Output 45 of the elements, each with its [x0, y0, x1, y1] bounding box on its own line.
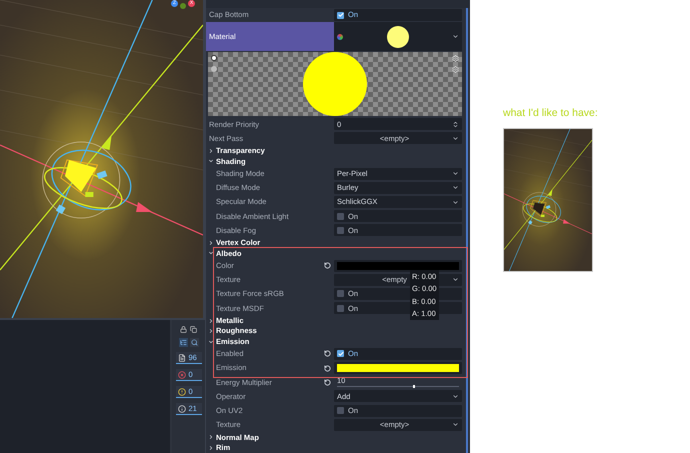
material-field[interactable]	[334, 22, 462, 52]
search-button[interactable]	[190, 338, 198, 347]
scrollbar[interactable]	[466, 8, 468, 453]
gear-icon[interactable]	[452, 55, 459, 62]
collapse-chevron-icon[interactable]	[208, 240, 214, 246]
color-swatch[interactable]	[337, 364, 459, 372]
caret-icon[interactable]	[452, 33, 459, 40]
color-swatch[interactable]	[337, 262, 459, 270]
caret-icon[interactable]	[452, 276, 459, 284]
checkbox[interactable]	[337, 212, 344, 220]
slider-thumb[interactable]	[412, 385, 415, 388]
collapse-chevron-icon[interactable]	[208, 148, 214, 154]
warning-icon	[178, 388, 186, 396]
caret-icon[interactable]	[452, 392, 459, 400]
checkbox[interactable]	[337, 407, 344, 414]
expand-chevron-icon[interactable]	[208, 338, 214, 344]
expand-chevron-icon[interactable]	[208, 250, 214, 256]
caret-icon[interactable]	[452, 134, 459, 142]
checkbox[interactable]	[337, 226, 344, 234]
checkbox[interactable]	[337, 350, 344, 358]
revert-icon[interactable]	[324, 350, 331, 358]
lock-icon[interactable]	[180, 326, 187, 333]
checkbox[interactable]	[337, 304, 344, 312]
checkbox[interactable]	[337, 290, 344, 298]
expand-chevron-icon[interactable]	[208, 158, 214, 164]
copy-icon[interactable]	[190, 326, 197, 333]
collapse-chevron-icon[interactable]	[208, 328, 214, 334]
sphere-preview	[303, 52, 367, 116]
error-icon	[178, 370, 186, 378]
material-thumbnail	[386, 26, 408, 48]
info-icon	[178, 404, 186, 412]
checkbox[interactable]	[337, 12, 344, 19]
revert-icon[interactable]	[324, 262, 331, 270]
note-text: what I'd like to have:	[503, 106, 599, 121]
revert-icon[interactable]	[324, 364, 331, 372]
light-icon[interactable]	[211, 55, 217, 62]
collapse-chevron-icon[interactable]	[208, 444, 214, 451]
spinner-icon[interactable]	[452, 120, 459, 128]
filter-button[interactable]	[178, 338, 188, 347]
message-icon	[178, 354, 186, 362]
collapse-chevron-icon[interactable]	[208, 434, 214, 440]
revert-icon[interactable]	[324, 378, 331, 386]
collapse-chevron-icon[interactable]	[208, 318, 214, 324]
caret-icon[interactable]	[452, 421, 459, 428]
gear-icon[interactable]	[452, 66, 459, 74]
